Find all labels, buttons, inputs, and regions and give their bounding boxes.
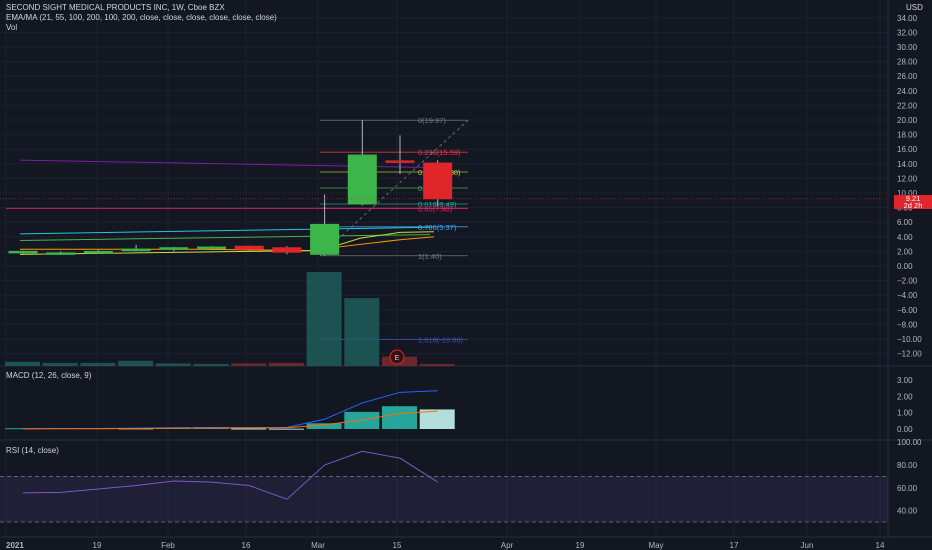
macd-y-tick-3: 0.00 <box>897 425 913 434</box>
macd-y-tick-2: 1.00 <box>897 409 913 418</box>
macd-histogram-bar-10 <box>382 406 417 429</box>
y-tick-21: −8.00 <box>897 320 918 329</box>
x-tick-9: 17 <box>730 541 739 550</box>
x-tick-8: May <box>648 541 663 550</box>
y-tick-20: −6.00 <box>897 306 918 315</box>
volume-bar-3 <box>118 360 154 366</box>
y-tick-8: 18.00 <box>897 131 918 140</box>
x-tick-11: 14 <box>876 541 885 550</box>
y-tick-1: 32.00 <box>897 28 918 37</box>
y-tick-11: 12.00 <box>897 174 918 183</box>
y-tick-22: −10.00 <box>897 335 922 344</box>
fib-label-5: 0.65(7.90) <box>418 204 453 213</box>
candle-body-9 <box>347 154 377 205</box>
y-tick-3: 28.00 <box>897 58 918 67</box>
volume-bar-9 <box>344 298 380 366</box>
fib-label-7: 1(1.40) <box>418 252 442 261</box>
rsi-legend[interactable]: RSI (14, close) <box>6 446 59 456</box>
ma-line-green <box>19 234 431 241</box>
macd-histogram-bar-6 <box>231 428 267 430</box>
ma-line-orange <box>20 236 435 252</box>
x-tick-2: Feb <box>161 541 175 550</box>
y-tick-18: −2.00 <box>897 277 918 286</box>
x-tick-5: 15 <box>393 541 402 550</box>
volume-bar-0 <box>5 361 40 366</box>
ema-legend[interactable]: EMA/MA (21, 55, 100, 200, 100, 200, clos… <box>6 13 277 23</box>
rsi-y-tick-1: 80.00 <box>897 461 918 470</box>
fib-label-8: 1.618(-10.08) <box>418 336 464 345</box>
candle-body-5 <box>197 246 226 250</box>
x-tick-4: Mar <box>311 541 325 550</box>
y-tick-2: 30.00 <box>897 43 918 52</box>
y-tick-16: 2.00 <box>897 247 913 256</box>
y-tick-9: 16.00 <box>897 145 918 154</box>
rsi-y-tick-2: 60.00 <box>897 484 918 493</box>
rsi-panel <box>0 450 888 523</box>
rsi-band <box>0 476 888 522</box>
y-tick-17: 0.00 <box>897 262 913 271</box>
bar-countdown: 2d 2h <box>903 201 923 210</box>
x-tick-6: Apr <box>501 541 514 550</box>
candle-body-10 <box>385 160 415 163</box>
macd-y-tick-1: 2.00 <box>897 392 913 401</box>
volume-bar-2 <box>80 362 116 366</box>
y-tick-14: 6.00 <box>897 218 913 227</box>
volume-bar-6 <box>231 363 267 366</box>
axes: 34.00 32.00 30.00 28.00 26.00 24.00 22.00 20.00… <box>6 14 922 550</box>
volume-bar-1 <box>42 362 78 366</box>
volume-bar-4 <box>155 363 191 366</box>
x-tick-10: Jun <box>801 541 814 550</box>
y-tick-7: 20.00 <box>897 116 918 125</box>
macd-histogram-bar-7 <box>268 428 304 430</box>
last-price-tag: 9.21 2d 2h <box>894 195 932 209</box>
volume-bar-11 <box>419 363 455 366</box>
x-tick-1: 19 <box>93 541 102 550</box>
y-tick-0: 34.00 <box>897 14 918 23</box>
fib-label-0: 0(19.97) <box>418 116 446 125</box>
chart-title[interactable]: SECOND SIGHT MEDICAL PRODUCTS INC, 1W, C… <box>6 3 225 13</box>
currency-label[interactable]: USD <box>906 3 923 12</box>
volume-bar-8 <box>306 272 342 366</box>
candle-body-6 <box>234 245 264 250</box>
candle-body-0 <box>8 250 38 254</box>
x-tick-0: 2021 <box>6 541 24 550</box>
vol-legend[interactable]: Vol <box>6 23 17 33</box>
rsi-y-tick-3: 40.00 <box>897 507 918 516</box>
candle-body-4 <box>159 247 189 250</box>
grid <box>0 0 932 538</box>
y-tick-19: −4.00 <box>897 291 918 300</box>
macd-panel <box>5 390 455 430</box>
volume-bars: E <box>5 272 455 366</box>
rsi-y-tick-0: 100.00 <box>897 438 922 447</box>
y-tick-10: 14.00 <box>897 160 918 169</box>
candle-body-8 <box>310 223 340 255</box>
candle-body-2 <box>83 250 113 254</box>
volume-bar-7 <box>268 362 304 366</box>
candlesticks <box>0 120 888 256</box>
y-tick-4: 26.00 <box>897 72 918 81</box>
candle-body-3 <box>121 248 151 252</box>
y-tick-5: 24.00 <box>897 87 918 96</box>
volume-bar-5 <box>193 363 229 366</box>
x-tick-3: 16 <box>242 541 251 550</box>
candle-body-1 <box>46 252 76 255</box>
x-tick-7: 19 <box>576 541 585 550</box>
macd-legend[interactable]: MACD (12, 26, close, 9) <box>6 371 91 381</box>
earnings-marker-label: E <box>395 355 400 362</box>
chart-canvas[interactable]: 0(19.97)0.236(15.59)0.382(12.88)0.5(10.6… <box>0 0 932 550</box>
fib-label-1: 0.236(15.59) <box>418 148 461 157</box>
y-tick-23: −12.00 <box>897 350 922 359</box>
candle-body-11 <box>423 162 453 200</box>
ma-line-cyan <box>19 226 431 235</box>
y-tick-15: 4.00 <box>897 233 913 242</box>
candle-body-7 <box>272 247 302 253</box>
y-tick-6: 22.00 <box>897 101 918 110</box>
macd-y-tick-0: 3.00 <box>897 376 913 385</box>
